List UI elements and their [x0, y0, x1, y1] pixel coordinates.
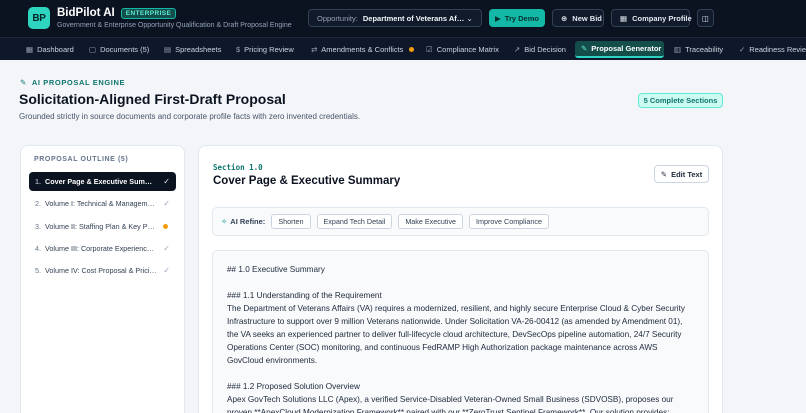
building-icon: ▦	[620, 13, 628, 23]
checkbox-icon: ☑	[426, 45, 433, 54]
refine-label-text: AI Refine:	[230, 217, 266, 226]
eyebrow-text: AI PROPOSAL ENGINE	[31, 78, 126, 87]
nav-dashboard[interactable]: ▦ Dashboard	[20, 41, 80, 58]
check-icon: ✓	[163, 266, 170, 275]
nav-label: Proposal Generator	[591, 44, 662, 53]
doc-paragraph: ## 1.0 Executive Summary	[227, 265, 325, 274]
ai-refine-label: ✧ AI Refine:	[221, 217, 265, 226]
outline-item-number: 2.	[35, 199, 41, 208]
nav-label: Pricing Review	[244, 45, 294, 54]
outline-item-label: Cover Page & Executive Summary	[45, 177, 157, 186]
edit-text-button[interactable]: ✎ Edit Text	[654, 165, 709, 183]
nav-amendments[interactable]: ⇄ Amendments & Conflicts	[305, 41, 420, 58]
amendments-icon: ⇄	[311, 45, 318, 54]
nav-traceability[interactable]: ▥ Traceability	[668, 41, 729, 58]
nav-pricing-review[interactable]: $ Pricing Review	[230, 41, 300, 58]
ai-refine-toolbar: ✧ AI Refine: Shorten Expand Tech Detail …	[212, 207, 709, 236]
refine-expand-tech-button[interactable]: Expand Tech Detail	[316, 214, 393, 229]
play-icon: ▶	[495, 13, 501, 23]
brand: BidPilot AI ENTERPRISE	[57, 7, 177, 19]
refine-make-executive-button[interactable]: Make Executive	[398, 214, 464, 229]
outline-item[interactable]: 2. Volume I: Technical & Management Appr…	[29, 194, 176, 213]
sparkle-icon: ✎	[20, 78, 27, 87]
check-icon: ✓	[163, 177, 170, 186]
main-nav: ▦ Dashboard ▢ Documents (5) ▤ Spreadshee…	[0, 37, 806, 60]
proposal-outline-panel: PROPOSAL OUTLINE (5) 1. Cover Page & Exe…	[20, 145, 185, 413]
proposal-text-area[interactable]: ## 1.0 Executive Summary ### 1.1 Underst…	[212, 250, 709, 413]
outline-item-number: 5.	[35, 266, 41, 275]
dollar-icon: $	[236, 45, 241, 54]
try-demo-label: Try Demo	[504, 13, 539, 23]
section-number: Section 1.0	[213, 163, 263, 172]
refine-improve-compliance-button[interactable]: Improve Compliance	[469, 214, 549, 229]
nav-compliance-matrix[interactable]: ☑ Compliance Matrix	[420, 41, 505, 58]
nav-label: Bid Decision	[524, 45, 566, 54]
app-tagline: Government & Enterprise Opportunity Qual…	[57, 22, 292, 29]
nav-readiness-review[interactable]: ✓ Readiness Review	[733, 41, 806, 58]
page-title: Solicitation-Aligned First-Draft Proposa…	[19, 91, 286, 107]
nav-label: Spreadsheets	[175, 45, 222, 54]
chevron-down-icon: ⌄	[466, 13, 473, 23]
outline-heading: PROPOSAL OUTLINE (5)	[34, 156, 129, 163]
new-bid-button[interactable]: ⊕ New Bid	[552, 9, 604, 27]
settings-button[interactable]: ◫	[697, 9, 714, 27]
nav-proposal-generator[interactable]: ✎ Proposal Generator	[575, 41, 664, 58]
check-circle-icon: ✓	[739, 45, 746, 54]
edition-badge: ENTERPRISE	[120, 7, 177, 19]
outline-item-label: Volume I: Technical & Management Approac…	[45, 199, 157, 208]
outline-item[interactable]: 3. Volume II: Staffing Plan & Key Person…	[29, 217, 176, 236]
plus-circle-icon: ⊕	[561, 13, 568, 23]
top-header: BP BidPilot AI ENTERPRISE Government & E…	[0, 0, 806, 37]
doc-paragraph: ### 1.2 Proposed Solution Overview Apex …	[227, 382, 674, 413]
outline-item-label: Volume III: Corporate Experience & Past …	[45, 244, 157, 253]
company-profile-label: Company Profile	[632, 13, 692, 23]
check-icon: ✓	[163, 244, 170, 253]
sparkle-icon: ✧	[221, 217, 228, 226]
page-eyebrow: ✎ AI PROPOSAL ENGINE	[20, 78, 125, 87]
book-icon: ▥	[674, 45, 682, 54]
nav-spreadsheets[interactable]: ▤ Spreadsheets	[158, 41, 227, 58]
opportunity-label: Opportunity:	[317, 13, 358, 23]
outline-item-label: Volume IV: Cost Proposal & Pricing Narra…	[45, 266, 157, 275]
nav-label: Amendments & Conflicts	[321, 45, 404, 54]
outline-item-number: 3.	[35, 222, 41, 231]
app-logo: BP	[28, 7, 50, 29]
section-title: Cover Page & Executive Summary	[213, 175, 401, 187]
spreadsheet-icon: ▤	[164, 45, 172, 54]
nav-label: Traceability	[685, 45, 724, 54]
nav-label: Dashboard	[37, 45, 74, 54]
opportunity-select[interactable]: Opportunity: Department of Veterans Affa…	[308, 9, 482, 27]
outline-item[interactable]: 1. Cover Page & Executive Summary ✓	[29, 172, 176, 191]
dashboard-icon: ▦	[26, 45, 34, 54]
try-demo-button[interactable]: ▶ Try Demo	[489, 9, 545, 27]
nav-label: Compliance Matrix	[436, 45, 499, 54]
new-bid-label: New Bid	[572, 13, 602, 23]
outline-item-label: Volume II: Staffing Plan & Key Personnel	[45, 222, 157, 231]
company-profile-button[interactable]: ▦ Company Profile	[611, 9, 692, 27]
settings-icon: ◫	[701, 13, 710, 23]
trend-icon: ↗	[514, 45, 521, 54]
edit-text-label: Edit Text	[671, 169, 703, 179]
nav-label: Documents (5)	[100, 45, 150, 54]
outline-item[interactable]: 4. Volume III: Corporate Experience & Pa…	[29, 239, 176, 258]
pencil-icon: ✎	[660, 169, 668, 179]
sections-badge: 5 Complete Sections	[638, 93, 723, 108]
proposal-icon: ✎	[581, 44, 588, 53]
page-subtitle: Grounded strictly in source documents an…	[19, 112, 361, 121]
nav-documents[interactable]: ▢ Documents (5)	[83, 41, 155, 58]
app-name: BidPilot AI	[57, 7, 115, 19]
outline-item-number: 1.	[35, 177, 41, 186]
alert-dot	[409, 47, 415, 52]
nav-bid-decision[interactable]: ↗ Bid Decision	[508, 41, 572, 58]
refine-shorten-button[interactable]: Shorten	[271, 214, 311, 229]
nav-label: Readiness Review	[749, 45, 806, 54]
section-editor-panel: Section 1.0 Cover Page & Executive Summa…	[198, 145, 723, 413]
warning-dot-icon	[163, 224, 168, 229]
outline-item[interactable]: 5. Volume IV: Cost Proposal & Pricing Na…	[29, 261, 176, 280]
documents-icon: ▢	[89, 45, 97, 54]
check-icon: ✓	[163, 199, 170, 208]
opportunity-value: Department of Veterans Affairs (VA) Ente…	[362, 13, 466, 23]
outline-item-number: 4.	[35, 244, 41, 253]
doc-paragraph: ### 1.1 Understanding of the Requirement…	[227, 291, 685, 365]
